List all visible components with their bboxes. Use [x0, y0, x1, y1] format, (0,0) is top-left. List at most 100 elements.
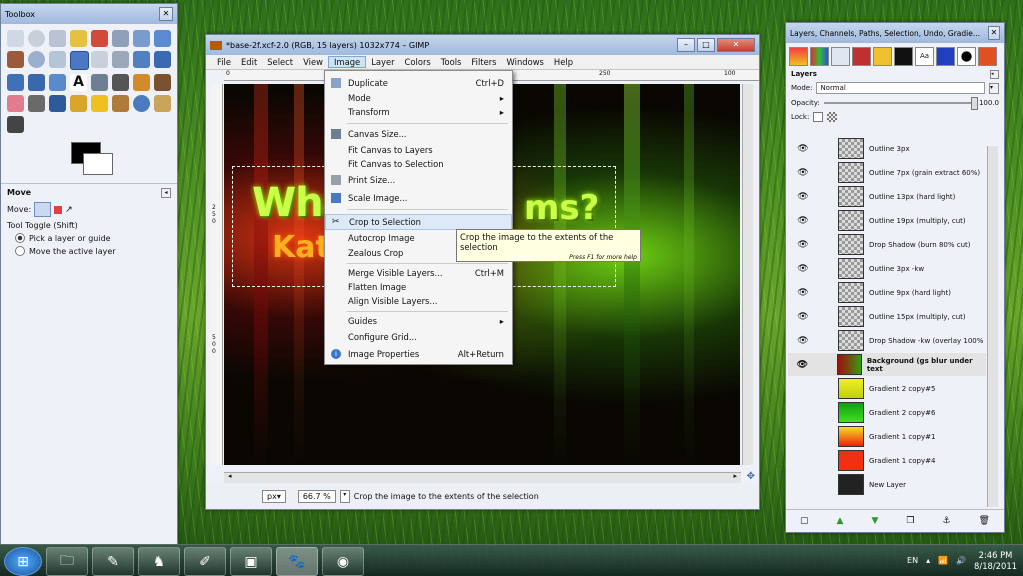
eye-icon[interactable]: 👁	[788, 312, 818, 322]
menu-item-configure-grid[interactable]: Configure Grid...	[325, 330, 512, 344]
pencil-tool-icon[interactable]	[133, 74, 150, 91]
layer-row[interactable]: 👁 Outline 13px (hard light)	[788, 185, 986, 208]
select-by-color-tool-icon[interactable]	[91, 30, 108, 47]
perspective-clone-tool-icon[interactable]	[112, 95, 129, 112]
tab-layers-icon[interactable]	[789, 47, 808, 66]
vertical-ruler[interactable]: 2 5 0 5 0 0	[210, 84, 223, 465]
eye-icon[interactable]: 👁	[788, 336, 818, 346]
chevron-down-icon[interactable]: ▾	[339, 489, 350, 503]
layer-row[interactable]: New Layer	[788, 473, 986, 496]
layers-titlebar[interactable]: Layers, Channels, Paths, Selection, Undo…	[786, 23, 1004, 43]
language-indicator[interactable]: EN	[907, 556, 918, 565]
menu-item-fit-canvas-layers[interactable]: Fit Canvas to Layers	[325, 143, 512, 157]
tab-paths-icon[interactable]	[831, 47, 850, 66]
shear-tool-icon[interactable]	[7, 74, 24, 91]
menu-windows[interactable]: Windows	[502, 57, 549, 67]
eye-icon[interactable]: 👁	[788, 168, 818, 178]
close-icon[interactable]: ✕	[988, 26, 1000, 40]
menu-help[interactable]: Help	[549, 57, 578, 67]
menu-colors[interactable]: Colors	[400, 57, 436, 67]
layer-row[interactable]: Gradient 2 copy#5	[788, 377, 986, 400]
maximize-button[interactable]: □	[697, 38, 715, 52]
menu-item-print-size[interactable]: Print Size...	[325, 173, 512, 187]
vertical-scrollbar[interactable]	[742, 84, 753, 465]
menu-select[interactable]: Select	[262, 57, 298, 67]
clone-tool-icon[interactable]	[70, 95, 87, 112]
ink-tool-icon[interactable]	[49, 95, 66, 112]
move-tool-icon[interactable]	[70, 51, 89, 70]
eraser-tool-icon[interactable]	[7, 95, 24, 112]
close-icon[interactable]: ✕	[159, 7, 173, 21]
layer-row[interactable]: Gradient 2 copy#6	[788, 401, 986, 424]
heal-tool-icon[interactable]	[91, 95, 108, 112]
flip-tool-icon[interactable]	[49, 74, 66, 91]
layer-row-active[interactable]: 👁 Background (gs blur under text	[788, 353, 986, 376]
menu-item-merge-visible[interactable]: Merge Visible Layers... Ctrl+M	[325, 266, 512, 280]
tab-channels-icon[interactable]	[810, 47, 829, 66]
toolbox-titlebar[interactable]: Toolbox ✕	[1, 4, 177, 24]
eye-icon[interactable]: 👁	[788, 288, 818, 298]
menu-item-duplicate[interactable]: Duplicate Ctrl+D	[325, 76, 512, 90]
menu-item-flatten[interactable]: Flatten Image	[325, 280, 512, 294]
delete-layer-icon[interactable]: 🗑	[979, 516, 990, 526]
bucket-fill-tool-icon[interactable]	[91, 74, 108, 91]
eye-icon[interactable]: 👁	[788, 240, 818, 250]
move-path-mode-icon[interactable]: ↗	[65, 205, 73, 215]
menu-view[interactable]: View	[298, 57, 328, 67]
chevron-down-icon[interactable]: ▾	[989, 82, 999, 94]
paintbrush-tool-icon[interactable]	[154, 74, 171, 91]
layer-row[interactable]: Gradient 1 copy#4	[788, 449, 986, 472]
measure-tool-icon[interactable]	[49, 51, 66, 68]
tab-brushes-icon[interactable]	[957, 47, 976, 66]
unit-selector[interactable]: px▾	[262, 489, 286, 503]
menu-item-guides[interactable]: Guides ▸	[325, 314, 512, 328]
raise-layer-icon[interactable]: ▲	[837, 516, 844, 526]
layer-row[interactable]: 👁 Outline 9px (hard light)	[788, 281, 986, 304]
menu-item-scale-image[interactable]: Scale Image...	[325, 191, 512, 205]
menu-file[interactable]: File	[212, 57, 236, 67]
dodge-burn-tool-icon[interactable]	[7, 116, 24, 133]
eye-icon[interactable]: 👁	[788, 192, 818, 202]
lock-alpha-icon[interactable]	[827, 112, 838, 122]
minimize-button[interactable]: –	[677, 38, 695, 52]
scale-tool-icon[interactable]	[154, 51, 171, 68]
monitor-taskbar-icon[interactable]: ▣	[230, 547, 272, 576]
clock[interactable]: 2:46 PM 8/18/2011	[974, 550, 1017, 572]
chrome-taskbar-icon[interactable]: ◉	[322, 547, 364, 576]
eye-icon[interactable]: 👁	[788, 144, 818, 154]
text-tool-icon[interactable]: A	[70, 74, 87, 91]
menu-item-fit-canvas-selection[interactable]: Fit Canvas to Selection	[325, 157, 512, 171]
rect-select-tool-icon[interactable]	[7, 30, 24, 47]
menu-layer[interactable]: Layer	[366, 57, 399, 67]
tab-selection-icon[interactable]	[852, 47, 871, 66]
tool-taskbar-icon[interactable]: ✐	[184, 547, 226, 576]
tray-expand-icon[interactable]: ▴	[926, 556, 930, 565]
radio-selected-icon[interactable]	[15, 233, 25, 243]
gimp-taskbar-icon[interactable]: 🐾	[276, 547, 318, 576]
tab-menu-icon[interactable]: ◂	[990, 70, 999, 79]
layer-row[interactable]: 👁 Outline 19px (multiply, cut)	[788, 209, 986, 232]
free-select-tool-icon[interactable]	[49, 30, 66, 47]
scissors-tool-icon[interactable]	[112, 30, 129, 47]
menu-item-image-properties[interactable]: i Image Properties Alt+Return	[325, 347, 512, 361]
fuzzy-select-tool-icon[interactable]	[70, 30, 87, 47]
move-layer-mode-icon[interactable]	[34, 202, 52, 217]
option-move-active-layer[interactable]: Move the active layer	[15, 246, 171, 256]
navigate-icon[interactable]: ✥	[747, 471, 755, 482]
tab-menu-icon[interactable]: ◂	[161, 188, 171, 198]
tab-undo-icon[interactable]	[873, 47, 892, 66]
duplicate-layer-icon[interactable]: ❐	[906, 516, 914, 526]
tab-fonts-icon[interactable]: Aa	[915, 47, 934, 66]
notepad-taskbar-icon[interactable]: ✎	[92, 547, 134, 576]
menu-image[interactable]: Image	[327, 56, 367, 68]
layer-row[interactable]: 👁 Outline 15px (multiply, cut)	[788, 305, 986, 328]
tab-gradient-icon[interactable]	[894, 47, 913, 66]
eye-icon[interactable]: 👁	[788, 360, 817, 370]
menu-item-crop-to-selection[interactable]: ✂ Crop to Selection	[325, 214, 512, 230]
menu-filters[interactable]: Filters	[466, 57, 501, 67]
color-selector[interactable]	[1, 139, 177, 183]
lower-layer-icon[interactable]: ▼	[871, 516, 878, 526]
option-pick-layer[interactable]: Pick a layer or guide	[15, 233, 171, 243]
layers-scrollbar[interactable]	[987, 146, 998, 507]
align-tool-icon[interactable]	[91, 51, 108, 68]
